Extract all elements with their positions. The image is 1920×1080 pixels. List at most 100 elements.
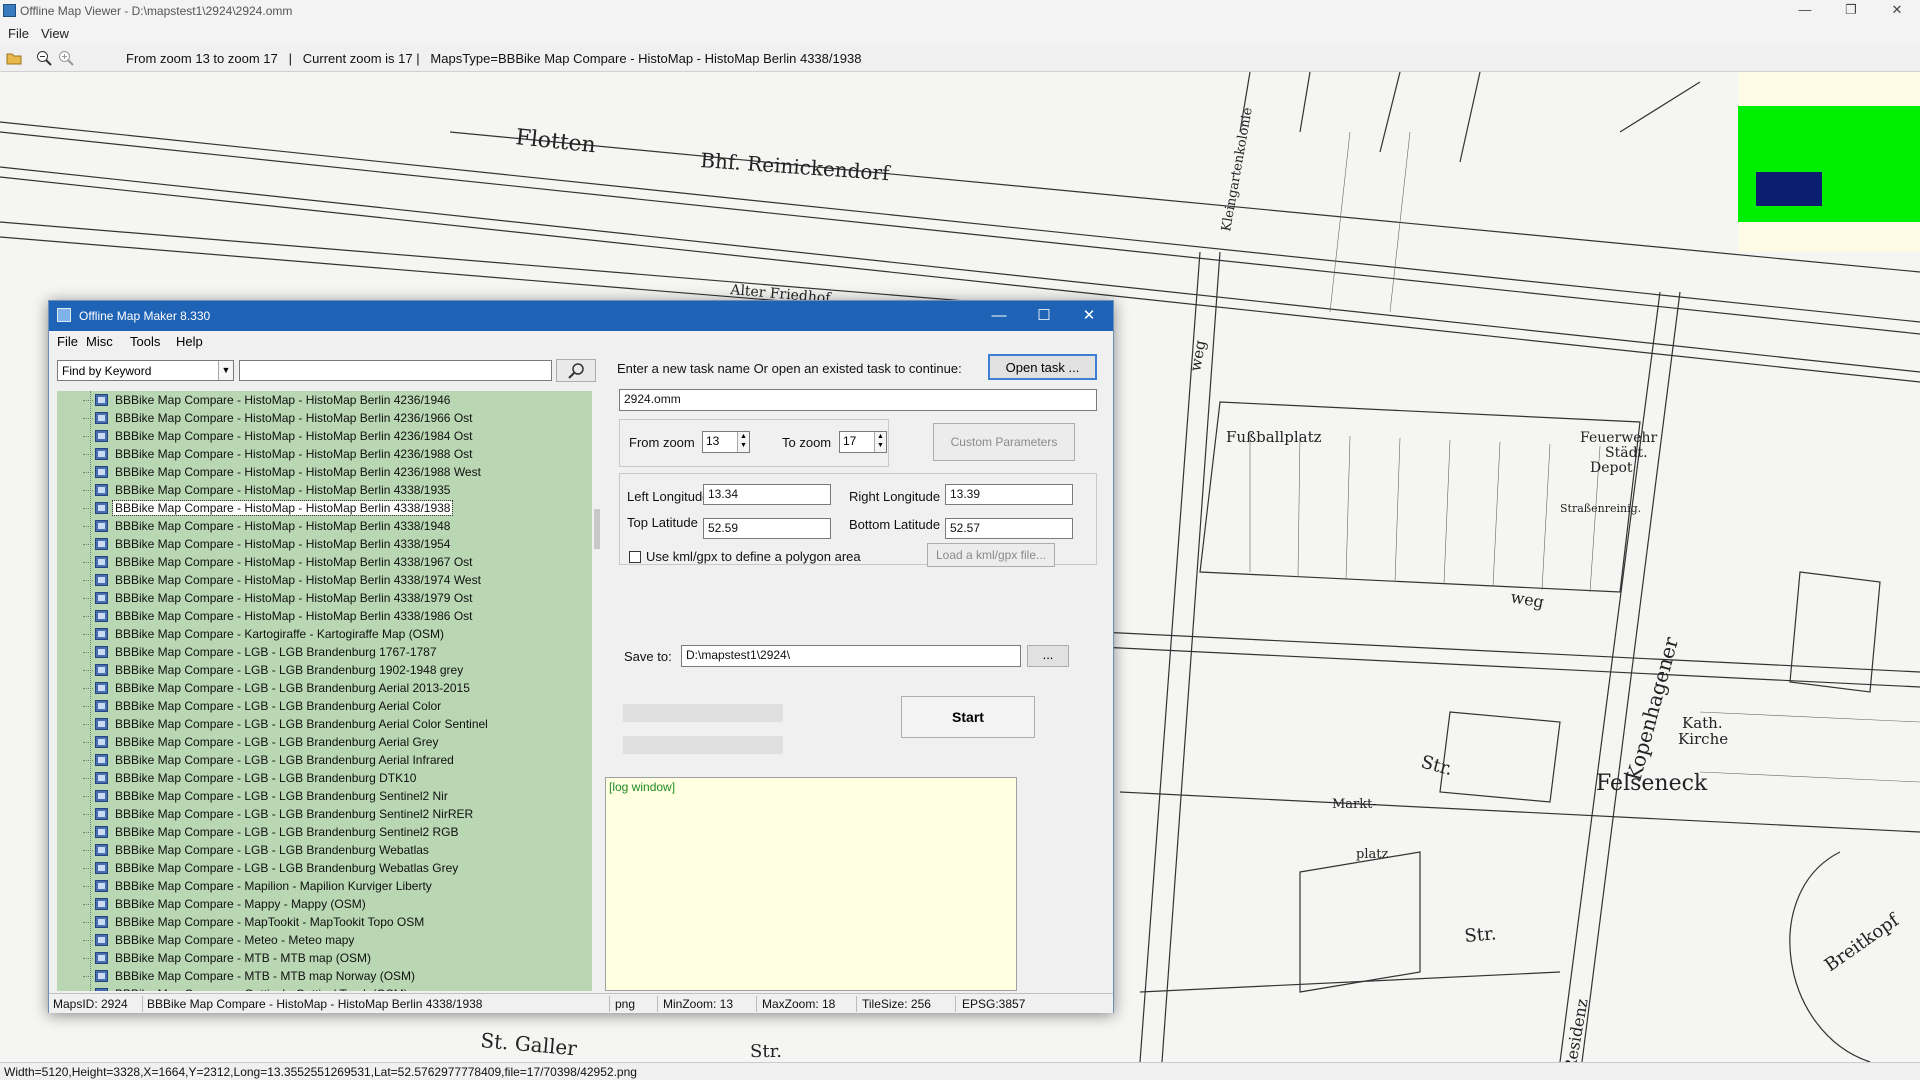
tree-item[interactable]: BBBike Map Compare - HistoMap - HistoMap…: [57, 427, 577, 445]
maker-close-button[interactable]: ✕: [1069, 305, 1109, 327]
maker-menu-misc[interactable]: Misc: [86, 334, 113, 349]
tree-item[interactable]: BBBike Map Compare - LGB - LGB Brandenbu…: [57, 787, 577, 805]
from-zoom-stepper[interactable]: 13 ▲ ▼: [702, 431, 750, 453]
tree-item-label: BBBike Map Compare - LGB - LGB Brandenbu…: [115, 717, 488, 731]
tree-item[interactable]: BBBike Map Compare - LGB - LGB Brandenbu…: [57, 823, 577, 841]
overview-minimap[interactable]: [1738, 72, 1920, 252]
tree-item[interactable]: BBBike Map Compare - LGB - LGB Brandenbu…: [57, 805, 577, 823]
tree-item[interactable]: BBBike Map Compare - HistoMap - HistoMap…: [57, 571, 577, 589]
stepper-arrows-icon[interactable]: ▲ ▼: [737, 432, 749, 452]
kml-polygon-checkbox[interactable]: [629, 551, 641, 563]
tree-item[interactable]: BBBike Map Compare - Mapilion - Mapilion…: [57, 877, 577, 895]
tree-connector: [83, 580, 93, 581]
open-task-button[interactable]: Open task ...: [988, 354, 1097, 380]
tree-item[interactable]: BBBike Map Compare - HistoMap - HistoMap…: [57, 553, 577, 571]
map-layer-icon: [95, 862, 108, 874]
maker-app-icon: [57, 308, 71, 322]
log-scrollbar[interactable]: [1017, 777, 1031, 991]
menu-file[interactable]: File: [8, 26, 29, 41]
svg-text:Markt-: Markt-: [1332, 797, 1377, 812]
bottom-latitude-input[interactable]: 52.57: [945, 518, 1073, 539]
tree-item[interactable]: BBBike Map Compare - HistoMap - HistoMap…: [57, 499, 577, 517]
tree-item[interactable]: BBBike Map Compare - LGB - LGB Brandenbu…: [57, 679, 577, 697]
tree-item[interactable]: BBBike Map Compare - MTB - MTB map Norwa…: [57, 967, 577, 985]
overview-viewport[interactable]: [1756, 172, 1822, 206]
maker-menu-file[interactable]: File: [57, 334, 78, 349]
tree-item[interactable]: BBBike Map Compare - LGB - LGB Brandenbu…: [57, 751, 577, 769]
tree-connector: [83, 544, 93, 545]
top-latitude-input[interactable]: 52.59: [703, 518, 831, 539]
custom-parameters-button[interactable]: Custom Parameters: [933, 423, 1075, 461]
maker-maximize-button[interactable]: ☐: [1024, 305, 1064, 327]
menu-view[interactable]: View: [41, 26, 69, 41]
tree-connector: [83, 742, 93, 743]
browse-button[interactable]: ...: [1027, 645, 1069, 667]
tree-item[interactable]: BBBike Map Compare - Meteo - Meteo mapy: [57, 931, 577, 949]
right-longitude-input[interactable]: 13.39: [945, 484, 1073, 505]
zoom-out-icon[interactable]: [36, 50, 52, 66]
tree-item[interactable]: BBBike Map Compare - HistoMap - HistoMap…: [57, 607, 577, 625]
maker-menu-tools[interactable]: Tools: [130, 334, 160, 349]
tree-item[interactable]: BBBike Map Compare - HistoMap - HistoMap…: [57, 589, 577, 607]
tree-item[interactable]: BBBike Map Compare - Kartogiraffe - Kart…: [57, 625, 577, 643]
tree-item[interactable]: BBBike Map Compare - LGB - LGB Brandenbu…: [57, 841, 577, 859]
task-name-input[interactable]: 2924.omm: [619, 389, 1097, 411]
maps-tree[interactable]: BBBike Map Compare - HistoMap - HistoMap…: [57, 391, 592, 991]
maker-minimize-button[interactable]: —: [979, 305, 1019, 327]
tree-item[interactable]: BBBike Map Compare - HistoMap - HistoMap…: [57, 535, 577, 553]
tree-item[interactable]: BBBike Map Compare - HistoMap - HistoMap…: [57, 517, 577, 535]
to-zoom-stepper[interactable]: 17 ▲ ▼: [839, 431, 887, 453]
load-kml-button[interactable]: Load a kml/gpx file...: [927, 543, 1055, 567]
find-mode-select[interactable]: Find by Keyword ▼: [57, 360, 234, 381]
tree-item[interactable]: BBBike Map Compare - HistoMap - HistoMap…: [57, 409, 577, 427]
to-zoom-label: To zoom: [782, 435, 832, 450]
tree-item[interactable]: BBBike Map Compare - HistoMap - HistoMap…: [57, 481, 577, 499]
tree-item[interactable]: BBBike Map Compare - HistoMap - HistoMap…: [57, 391, 577, 409]
tree-item[interactable]: BBBike Map Compare - HistoMap - HistoMap…: [57, 445, 577, 463]
tree-item[interactable]: BBBike Map Compare - LGB - LGB Brandenbu…: [57, 661, 577, 679]
close-button[interactable]: ✕: [1874, 0, 1920, 22]
maker-menu-help[interactable]: Help: [176, 334, 203, 349]
minimize-button[interactable]: —: [1782, 0, 1828, 22]
tree-item[interactable]: BBBike Map Compare - MTB - MTB map (OSM): [57, 949, 577, 967]
maximize-button[interactable]: ❐: [1828, 0, 1874, 22]
status-separator: [955, 996, 956, 1012]
tree-item[interactable]: BBBike Map Compare - Mappy - Mappy (OSM): [57, 895, 577, 913]
tree-item[interactable]: BBBike Map Compare - HistoMap - HistoMap…: [57, 463, 577, 481]
tree-scrollbar[interactable]: [592, 391, 604, 991]
tree-item[interactable]: BBBike Map Compare - LGB - LGB Brandenbu…: [57, 643, 577, 661]
tree-item[interactable]: BBBike Map Compare - LGB - LGB Brandenbu…: [57, 697, 577, 715]
left-longitude-input[interactable]: 13.34: [703, 484, 831, 505]
zoom-in-icon[interactable]: [58, 50, 74, 66]
right-longitude-label: Right Longitude: [849, 489, 941, 504]
svg-text:Depot: Depot: [1590, 460, 1633, 476]
maker-title: Offline Map Maker 8.330: [79, 309, 211, 323]
map-layer-icon: [95, 718, 108, 730]
open-folder-icon[interactable]: [6, 50, 22, 66]
chevron-down-icon[interactable]: ▼: [218, 361, 233, 380]
search-button[interactable]: [556, 359, 596, 382]
search-icon: [568, 363, 584, 379]
tree-item-label: BBBike Map Compare - HistoMap - HistoMap…: [115, 465, 481, 479]
tree-item[interactable]: BBBike Map Compare - LGB - LGB Brandenbu…: [57, 715, 577, 733]
tree-connector: [83, 832, 93, 833]
tree-item-label: BBBike Map Compare - Meteo - Meteo mapy: [115, 933, 355, 947]
tree-item[interactable]: BBBike Map Compare - LGB - LGB Brandenbu…: [57, 769, 577, 787]
svg-text:Bhf. Reinickendorf: Bhf. Reinickendorf: [700, 148, 892, 185]
tree-item-label: BBBike Map Compare - Mappy - Mappy (OSM): [115, 897, 366, 911]
start-button[interactable]: Start: [901, 696, 1035, 738]
tree-item[interactable]: BBBike Map Compare - MapTookit - MapTook…: [57, 913, 577, 931]
maker-title-bar[interactable]: Offline Map Maker 8.330 — ☐ ✕: [49, 301, 1113, 331]
log-window[interactable]: [log window]: [605, 777, 1017, 991]
search-input[interactable]: [239, 360, 552, 381]
tree-item[interactable]: BBBike Map Compare - Opttical - Opttical…: [57, 985, 577, 991]
save-path-input[interactable]: D:\mapstest1\2924\: [681, 645, 1021, 667]
stepper-arrows-icon[interactable]: ▲ ▼: [874, 432, 886, 452]
tree-item[interactable]: BBBike Map Compare - LGB - LGB Brandenbu…: [57, 733, 577, 751]
tree-item[interactable]: BBBike Map Compare - LGB - LGB Brandenbu…: [57, 859, 577, 877]
tree-scroll-thumb[interactable]: [594, 509, 600, 549]
maker-menu-bar: File Misc Tools Help: [49, 331, 1113, 351]
status-format: png: [615, 997, 636, 1011]
tree-connector: [83, 400, 93, 401]
viewer-menu-bar: File View: [0, 22, 1920, 44]
